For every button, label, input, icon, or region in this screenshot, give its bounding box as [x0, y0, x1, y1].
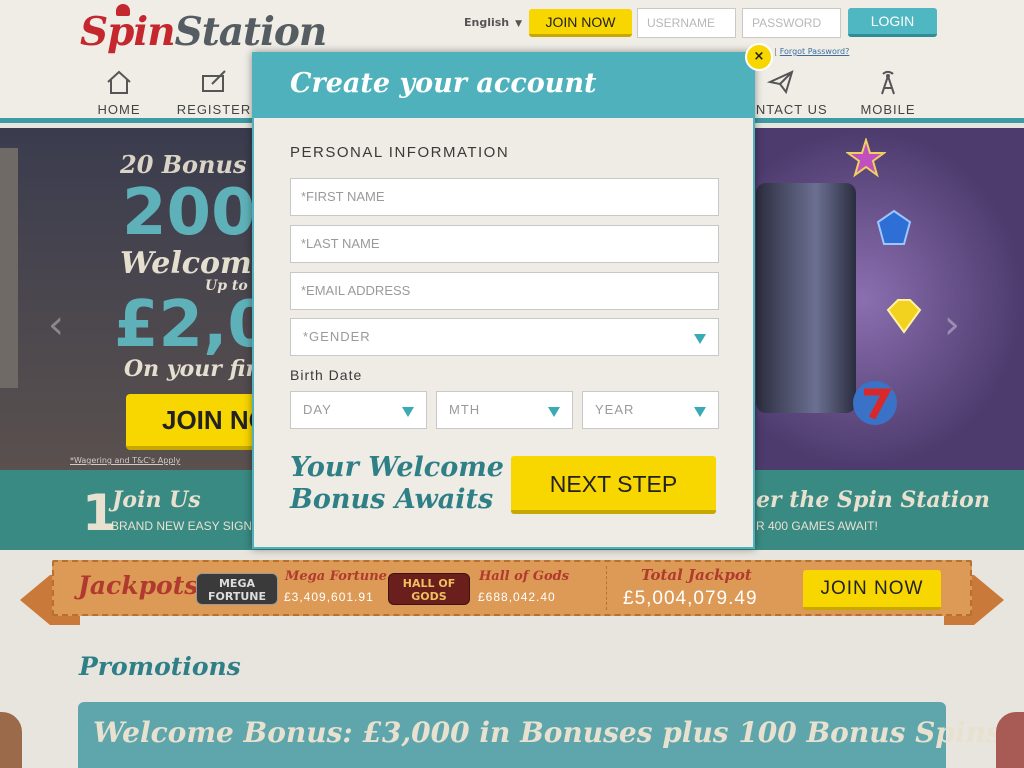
forgot-password-label: Forgot Password? [779, 47, 850, 56]
chevron-down-icon [694, 407, 706, 417]
first-name-field[interactable]: *FIRST NAME [290, 178, 719, 216]
promo-banner-text: Welcome Bonus: £3,000 in Bonuses plus 10… [93, 716, 1002, 749]
total-jackpot-value: £5,004,079.49 [623, 588, 758, 609]
birth-date-label: Birth Date [290, 367, 363, 383]
step3-subtitle: R 400 GAMES AWAIT! [756, 519, 878, 533]
birth-month-select[interactable]: MTH [436, 391, 573, 429]
terms-link[interactable]: *Wagering and T&C's Apply [70, 456, 180, 465]
welcome-bonus-heading: Your Welcome [290, 452, 504, 483]
hero-amount: £2,0 [114, 288, 272, 362]
star-gem-icon [846, 138, 886, 178]
welcome-bonus-heading-2: Bonus Awaits [290, 484, 494, 515]
birth-year-select[interactable]: YEAR [582, 391, 719, 429]
year-select-value: YEAR [595, 402, 635, 417]
register-icon [202, 70, 226, 92]
slider-next-icon[interactable]: › [944, 302, 960, 348]
jackpot-game-name: Hall of Gods [479, 569, 570, 584]
hero-right-art [756, 128, 1024, 470]
language-selector[interactable]: English ▼ [464, 16, 522, 29]
step-title: Join Us [112, 487, 201, 513]
castle-tower-image [0, 148, 18, 388]
month-select-value: MTH [449, 402, 481, 417]
slider-prev-icon[interactable]: ‹ [48, 302, 64, 348]
jackpot-game-value: £688,042.40 [478, 590, 556, 604]
jackpot-join-button[interactable]: JOIN NOW [803, 570, 941, 610]
antenna-icon [881, 70, 895, 95]
hall-of-gods-logo[interactable]: HALL OF GODS [388, 573, 470, 605]
total-jackpot-label: Total Jackpot [641, 566, 752, 584]
step3-title: er the Spin Station [756, 487, 990, 513]
blue-gem-icon [876, 209, 912, 245]
hero-join-button[interactable]: JOIN NOW [126, 394, 260, 450]
login-button[interactable]: LOGIN [848, 8, 937, 37]
nav-home[interactable]: HOME [69, 68, 169, 117]
gender-select[interactable]: *GENDER [290, 318, 719, 356]
birth-day-select[interactable]: DAY [290, 391, 427, 429]
nav-register-label: REGISTER [176, 102, 252, 117]
paper-plane-icon [767, 70, 794, 95]
lucky-seven-icon [853, 381, 897, 425]
nav-mobile-label: MOBILE [860, 102, 916, 117]
hero-big-number: 200 [122, 176, 256, 250]
mega-fortune-logo[interactable]: MEGA FORTUNE [196, 573, 278, 605]
jackpot-game-value: £3,409,601.91 [284, 590, 374, 604]
yellow-gem-icon [886, 299, 922, 334]
jackpot-game-name: Mega Fortune [285, 569, 387, 584]
promotions-title: Promotions [79, 652, 241, 681]
day-select-value: DAY [303, 402, 332, 417]
chevron-down-icon [548, 407, 560, 417]
character-image [0, 712, 22, 768]
santa-hat-icon [116, 4, 130, 16]
gender-select-value: *GENDER [303, 329, 371, 344]
divider: | [774, 47, 777, 56]
section-label: PERSONAL INFORMATION [290, 144, 510, 161]
password-input[interactable]: PASSWORD [742, 8, 841, 38]
hero-welcome: Welcome [120, 246, 271, 281]
create-account-modal: Create your account PERSONAL INFORMATION… [252, 52, 755, 549]
nav-home-label: HOME [97, 102, 141, 117]
nav-mobile[interactable]: MOBILE [838, 68, 938, 117]
nav-register[interactable]: REGISTER [164, 68, 264, 117]
next-step-button[interactable]: NEXT STEP [511, 456, 716, 514]
forgot-password-link[interactable]: | Forgot Password? [774, 47, 849, 56]
slot-reel-image [756, 183, 856, 413]
divider [606, 566, 607, 610]
chevron-down-icon [402, 407, 414, 417]
modal-title: Create your account [290, 68, 597, 99]
home-icon [107, 70, 131, 94]
language-label: English [464, 16, 510, 29]
chevron-down-icon [694, 334, 706, 344]
close-icon[interactable]: × [745, 43, 773, 71]
modal-header: Create your account [254, 54, 753, 118]
jackpots-title: Jackpots [78, 571, 199, 600]
username-input[interactable]: USERNAME [637, 8, 736, 38]
join-now-button[interactable]: JOIN NOW [529, 9, 632, 37]
last-name-field[interactable]: *LAST NAME [290, 225, 719, 263]
site-logo[interactable]: SpinStation [80, 4, 327, 60]
step-subtitle: BRAND NEW EASY SIGN UP [111, 519, 251, 533]
chevron-down-icon: ▼ [515, 19, 523, 29]
logo-text-station: Station [174, 9, 328, 55]
email-field[interactable]: *EMAIL ADDRESS [290, 272, 719, 310]
character-image [996, 712, 1024, 768]
